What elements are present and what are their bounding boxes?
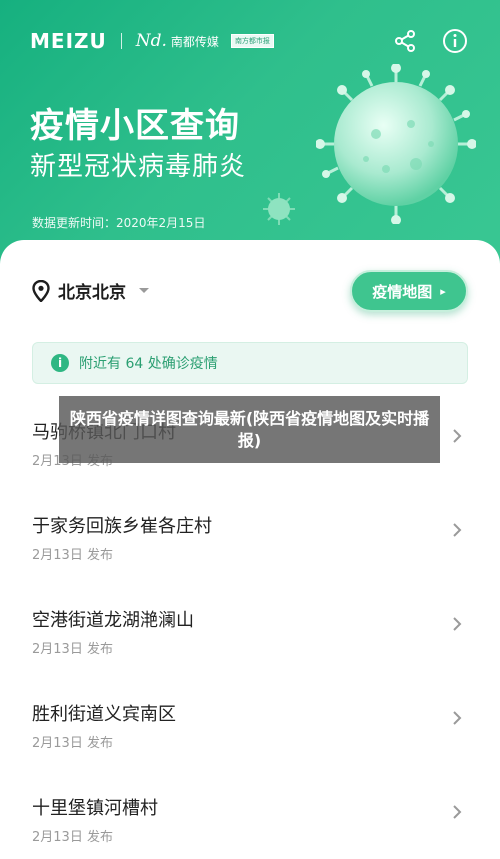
- publish-date: 2月13日 发布: [32, 736, 113, 751]
- virus-illustration-icon: [316, 64, 476, 224]
- list-item[interactable]: 空港街道龙湖滟澜山 2月13日 发布: [0, 588, 500, 682]
- community-list: 马驹桥镇北门口村 2月13日 发布 于家务回族乡崔各庄村 2月13日 发布 空港…: [0, 400, 500, 859]
- partner-logo: Nd.: [135, 31, 167, 51]
- header-actions: [390, 26, 470, 56]
- location-selector[interactable]: 北京北京: [32, 278, 150, 303]
- publish-date: 2月13日 发布: [32, 830, 113, 845]
- chevron-right-icon: [453, 805, 462, 819]
- notice-text: 附近有 64 处确诊疫情: [79, 356, 218, 372]
- location-label: 北京北京: [58, 283, 126, 303]
- small-virus-icon: [263, 193, 295, 225]
- chevron-right-icon: [453, 617, 462, 631]
- list-item[interactable]: 十里堡镇河槽村 2月13日 发布: [0, 776, 500, 859]
- chevron-right-icon: [453, 523, 462, 537]
- map-button-label: 疫情地图: [372, 282, 433, 301]
- list-item[interactable]: 胜利街道义宾南区 2月13日 发布: [0, 682, 500, 776]
- nearby-notice: i 附近有 64 处确诊疫情: [32, 342, 468, 384]
- info-circle-icon[interactable]: [440, 26, 470, 56]
- list-item[interactable]: 于家务回族乡崔各庄村 2月13日 发布: [0, 494, 500, 588]
- overlay-caption: 陕西省疫情详图查询最新(陕西省疫情地图及实时播报): [59, 396, 440, 463]
- community-name: 十里堡镇河槽村: [32, 798, 158, 819]
- newspaper-logo: 南方都市报: [230, 34, 274, 48]
- arrow-right-icon: ▸: [440, 284, 446, 298]
- info-icon: i: [51, 354, 69, 372]
- meizu-logo: MEIZU: [30, 29, 107, 53]
- community-name: 于家务回族乡崔各庄村: [32, 516, 212, 537]
- brand-bar: MEIZU Nd. 南都传媒 南方都市报: [30, 26, 274, 56]
- community-name: 胜利街道义宾南区: [32, 704, 176, 725]
- page-subtitle: 新型冠状病毒肺炎: [30, 152, 247, 182]
- publish-date: 2月13日 发布: [32, 642, 113, 657]
- partner-name: 南都传媒: [170, 34, 219, 49]
- share-icon[interactable]: [390, 26, 420, 56]
- chevron-right-icon: [453, 711, 462, 725]
- chevron-right-icon: [453, 429, 462, 443]
- hero-banner: MEIZU Nd. 南都传媒 南方都市报 疫情小区查询 新型冠状病毒肺炎 数据更…: [0, 0, 500, 270]
- caret-down-icon: [139, 287, 149, 293]
- brand-divider: [120, 33, 122, 49]
- epidemic-map-button[interactable]: 疫情地图 ▸: [350, 270, 468, 312]
- page-title: 疫情小区查询: [30, 106, 240, 146]
- community-name: 空港街道龙湖滟澜山: [32, 610, 194, 631]
- content-card: 北京北京 疫情地图 ▸ i 附近有 64 处确诊疫情 马驹桥镇北门口村 2月13…: [0, 240, 500, 859]
- update-time: 数据更新时间：2020年2月15日: [32, 216, 206, 230]
- publish-date: 2月13日 发布: [32, 548, 113, 563]
- location-pin-icon: [32, 279, 50, 302]
